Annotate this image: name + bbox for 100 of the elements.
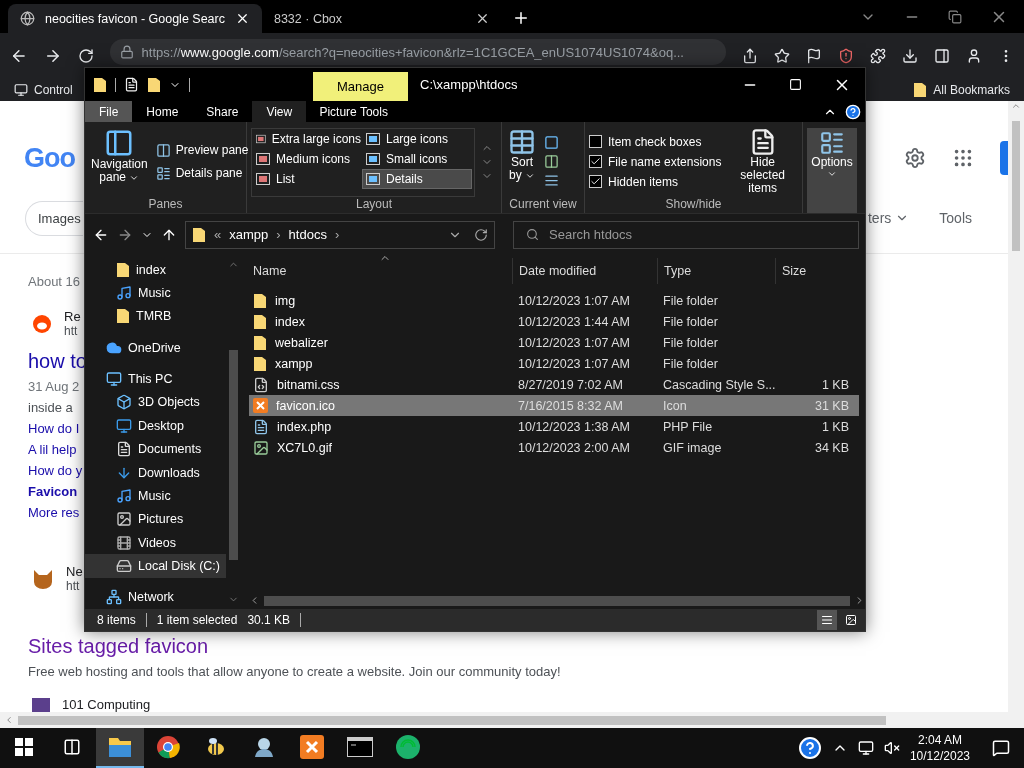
nav-item[interactable]: Videos <box>85 530 226 555</box>
navigation-pane-button[interactable]: Navigation pane <box>89 126 150 197</box>
file-row[interactable]: index 10/12/2023 1:44 AM File folder <box>249 311 859 332</box>
address-bar[interactable]: « xampp › htdocs › <box>185 220 495 249</box>
address-bar[interactable]: https://www.google.com/search?q=neocities+favicon&rlz=1C1GCEA_enUS1074US1074&oq... <box>109 39 726 65</box>
volume-muted-icon[interactable] <box>883 740 900 756</box>
layout-option[interactable]: Small icons <box>362 149 472 169</box>
checkbox-label[interactable]: File name extensions <box>608 154 722 169</box>
help-icon[interactable] <box>797 736 822 760</box>
nav-item[interactable]: This PC <box>85 367 226 391</box>
nav-item[interactable]: 3D Objects <box>85 390 226 415</box>
file-row[interactable]: bitnami.css 8/27/2019 7:02 AM Cascading Style S... 1 KB <box>249 374 859 395</box>
ribbon-tab[interactable]: File <box>85 101 133 122</box>
file-row[interactable]: xampp 10/12/2023 1:07 AM File folder <box>249 353 859 374</box>
checkbox[interactable] <box>589 135 602 148</box>
layout-option[interactable]: Extra large icons <box>252 129 362 149</box>
group-by-icon[interactable] <box>544 135 559 150</box>
nav-item[interactable]: Music <box>85 484 226 508</box>
settings-icon[interactable] <box>904 147 926 169</box>
options-button[interactable]: Options <box>807 128 857 213</box>
details-pane-button[interactable]: Details pane <box>155 165 249 181</box>
result-link[interactable]: More res <box>28 505 80 520</box>
add-columns-icon[interactable] <box>544 154 559 169</box>
nav-item[interactable]: Pictures <box>85 507 226 531</box>
scroll-thumb[interactable] <box>1012 121 1020 251</box>
scroll-thumb[interactable] <box>18 715 886 725</box>
star-icon[interactable] <box>773 46 790 65</box>
file-row[interactable]: XC7L0.gif 10/12/2023 2:00 AM GIF image 34 KB <box>249 437 859 458</box>
extensions-icon[interactable] <box>869 46 886 65</box>
result-link[interactable]: A lil help <box>28 442 77 457</box>
nav-item[interactable]: Downloads <box>85 460 226 485</box>
properties-icon[interactable] <box>124 77 139 92</box>
checkbox-label[interactable]: Item check boxes <box>608 134 702 149</box>
logo[interactable]: Goo <box>24 142 75 174</box>
file-row[interactable]: img 10/12/2023 1:07 AM File folder <box>249 290 859 311</box>
share-icon[interactable] <box>741 46 758 65</box>
result-link[interactable]: How do y <box>28 463 83 478</box>
filter-menu[interactable]: ters <box>867 210 910 226</box>
network-icon[interactable] <box>857 740 874 756</box>
ribbon-tab[interactable]: View <box>252 101 307 122</box>
column-header[interactable]: Date modified <box>512 258 657 284</box>
table-cell-text: Cascading Style S... <box>662 377 775 392</box>
table-cell-text: File folder <box>662 293 719 308</box>
taskbar-app[interactable] <box>96 728 144 768</box>
layout-option[interactable]: List <box>252 169 362 189</box>
preview-pane-button[interactable]: Preview pane <box>155 142 249 158</box>
clock[interactable]: 2:04 AM 10/12/2023 <box>909 732 970 764</box>
flag-icon[interactable] <box>805 46 822 65</box>
bookmark[interactable]: Control <box>14 82 73 97</box>
side-panel-icon[interactable] <box>933 46 950 65</box>
nav-item[interactable]: Desktop <box>85 414 226 438</box>
context-tab[interactable]: Manage <box>313 72 408 101</box>
bookmark[interactable]: All Bookmarks <box>913 81 1010 98</box>
result-link[interactable]: Sites tagged favicon <box>28 635 209 658</box>
shield-icon[interactable] <box>837 46 854 65</box>
result-link[interactable]: How do I <box>28 421 80 436</box>
apps-icon[interactable] <box>952 147 974 169</box>
file-row[interactable]: webalizer 10/12/2023 1:07 AM File folder <box>249 332 859 353</box>
scrollbar[interactable] <box>1008 101 1024 712</box>
layout-option[interactable]: Medium icons <box>252 149 362 169</box>
group-label: Show/hide <box>664 197 723 213</box>
size-columns-icon[interactable] <box>544 173 559 188</box>
browser-tab[interactable]: 8332 · Cbox <box>261 4 502 33</box>
column-header[interactable]: Type <box>657 258 775 284</box>
scroll-thumb[interactable] <box>264 595 850 606</box>
nav-item[interactable]: Music <box>85 281 226 305</box>
column-header[interactable]: Name <box>249 258 512 284</box>
checkbox[interactable] <box>589 155 602 168</box>
search-field[interactable]: Search htdocs <box>513 220 859 249</box>
column-header[interactable]: Size <box>775 258 855 284</box>
restore-icon[interactable] <box>948 9 962 24</box>
nav-item[interactable]: Documents <box>85 437 226 461</box>
scrollbar[interactable] <box>0 712 1024 728</box>
result-link[interactable]: Favicon <box>28 484 78 499</box>
reload-icon[interactable] <box>77 46 94 65</box>
nav-item[interactable]: index <box>85 258 226 282</box>
nav-item[interactable]: Network <box>85 585 226 610</box>
hide-selected-button[interactable]: Hide selected items <box>727 126 798 197</box>
nav-item[interactable]: OneDrive <box>85 336 226 360</box>
scroll-thumb[interactable] <box>229 350 238 560</box>
ribbon-tab[interactable]: Share <box>192 101 253 122</box>
checkbox-label[interactable]: Hidden items <box>608 174 679 189</box>
layout-option[interactable]: Details <box>362 169 472 189</box>
help-icon[interactable] <box>845 103 861 120</box>
notifications-icon[interactable] <box>992 739 1010 757</box>
file-row[interactable]: index.php 10/12/2023 1:38 AM PHP File 1 KB <box>249 416 859 437</box>
ribbon-tab[interactable]: Home <box>132 101 193 122</box>
ribbon-tab[interactable]: Picture Tools <box>306 101 402 122</box>
layout-option[interactable]: Large icons <box>362 129 472 149</box>
browser-tab[interactable]: neocities favicon - Google Searc <box>8 4 262 33</box>
file-row[interactable]: favicon.ico 7/16/2015 8:32 AM Icon 31 KB <box>249 395 859 416</box>
download-icon[interactable] <box>901 46 918 65</box>
nav-item[interactable]: TMRB <box>85 304 226 329</box>
refresh-icon[interactable] <box>474 227 488 242</box>
sort-button[interactable]: Sort by <box>506 126 538 197</box>
checkbox[interactable] <box>589 175 602 188</box>
nav-item[interactable]: Local Disk (C:) <box>85 554 226 578</box>
tools-link[interactable]: Tools <box>939 210 972 226</box>
view-toggle[interactable] <box>817 610 837 630</box>
maximize-icon[interactable] <box>789 78 802 91</box>
